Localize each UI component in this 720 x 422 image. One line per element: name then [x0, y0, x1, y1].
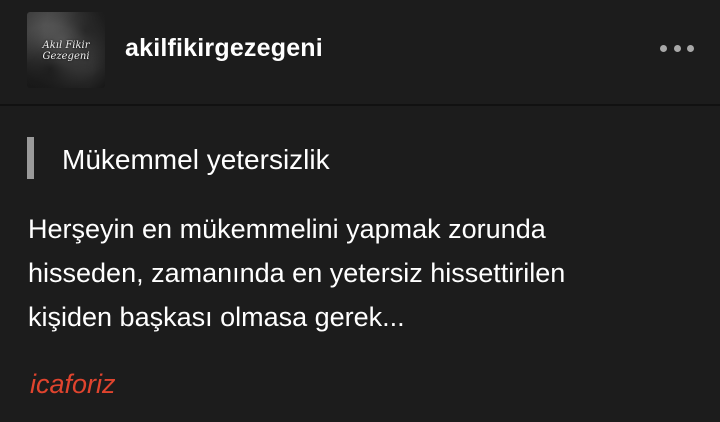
blog-avatar[interactable]: Akıl Fikir Gezegeni	[27, 12, 105, 88]
avatar-caption-line2: Gezegeni	[42, 51, 90, 62]
post-tag-link[interactable]: icaforiz	[30, 369, 116, 400]
more-options-icon[interactable]	[660, 42, 694, 54]
post-body-line: hisseden, zamanında en yetersiz hissetti…	[28, 258, 566, 288]
post-body-line: kişiden başkası olmasa gerek...	[28, 302, 405, 332]
avatar-caption-line1: Akıl Fikir	[42, 40, 90, 51]
more-dot	[673, 44, 681, 52]
more-dot	[687, 44, 694, 52]
tumblr-post-card: Akıl Fikir Gezegeni akilfikirgezegeni Mü…	[0, 0, 720, 422]
more-dot	[660, 44, 667, 52]
post-header: Akıl Fikir Gezegeni akilfikirgezegeni	[0, 0, 720, 106]
blog-name-link[interactable]: akilfikirgezegeni	[125, 34, 323, 63]
post-heading: Mükemmel yetersizlik	[62, 144, 330, 175]
post-body-line: Herşeyin en mükemmelini yapmak zorunda	[28, 214, 546, 244]
avatar-caption: Akıl Fikir Gezegeni	[27, 40, 105, 62]
post-body: Herşeyin en mükemmelini yapmak zorunda h…	[28, 207, 708, 339]
quote-bar	[27, 137, 34, 179]
